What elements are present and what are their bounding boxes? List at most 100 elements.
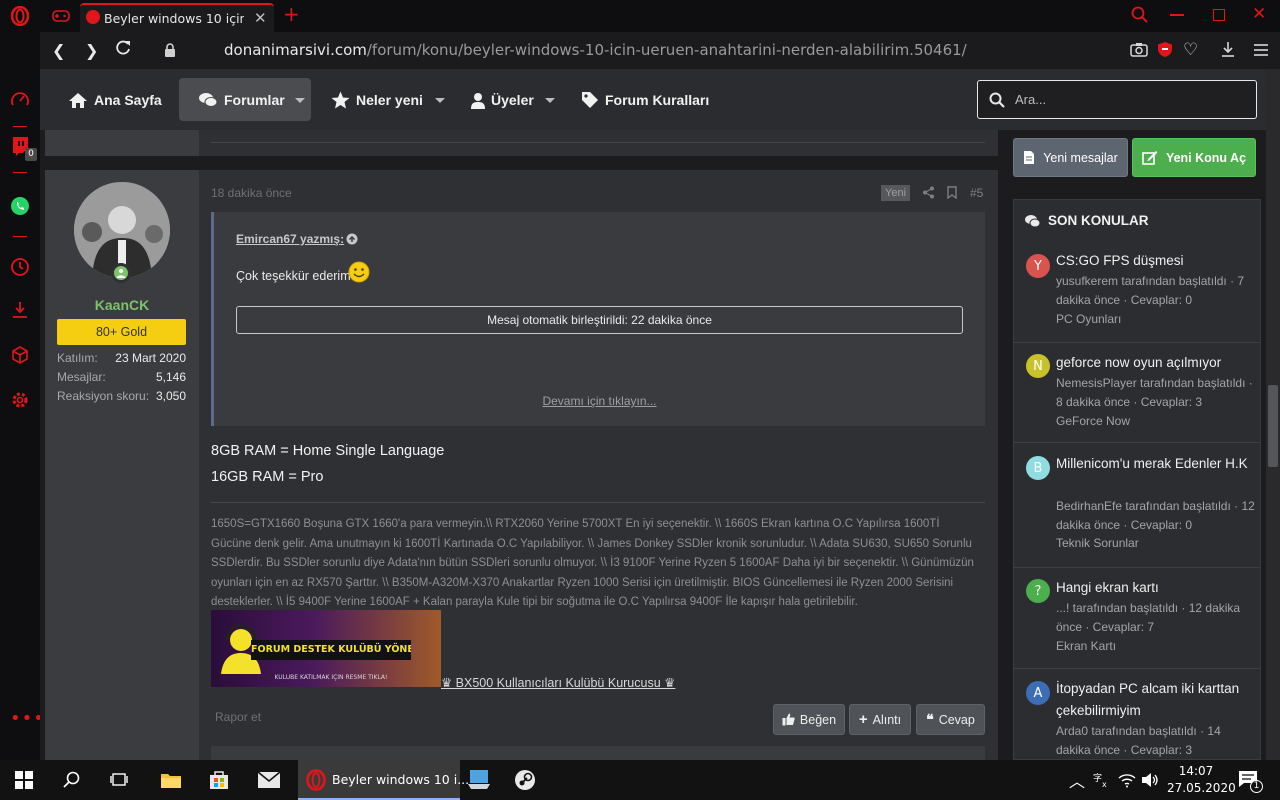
quote-jump-icon[interactable] [346,233,358,245]
browser-tab-active[interactable]: Beyler windows 10 için ürün ✕ [80,3,274,32]
wifi-icon[interactable] [1118,772,1136,788]
tray-expand-icon[interactable]: ︿ [1069,768,1085,792]
thread-item[interactable]: N geforce now oyun açılmıyor NemesisPlay… [1014,343,1260,443]
thread-avatar[interactable]: ? [1026,579,1050,603]
user-reaction-label: Reaksiyon skoru: [57,389,150,403]
minimize-icon[interactable] [1170,14,1184,16]
whatsapp-icon[interactable] [10,196,30,216]
browser-sidebar: 0 ••• [0,32,44,760]
keyboard-language-icon[interactable]: 字x [1093,772,1111,788]
back-icon[interactable]: ❮ [52,41,65,60]
user-reaction-value: 3,050 [155,389,186,403]
download-icon[interactable] [1220,41,1236,58]
nav-forums-dropdown[interactable] [295,70,305,130]
url-field[interactable]: donanimarsivi.com/forum/konu/beyler-wind… [224,41,967,59]
downloads-icon[interactable] [10,300,30,320]
opera-menu-icon[interactable] [10,5,30,27]
thread-forum[interactable]: Teknik Sorunlar [1056,534,1256,553]
history-icon[interactable] [10,257,30,277]
close-window-icon[interactable]: ✕ [1252,4,1266,24]
reply-button[interactable]: ❝ Cevap [916,704,985,735]
search-input[interactable]: Ara... [977,80,1257,119]
search-icon[interactable] [63,771,81,789]
nav-rules[interactable]: Forum Kuralları [581,70,709,130]
thread-avatar[interactable]: B [1026,456,1050,480]
new-posts-button[interactable]: Yeni mesajlar [1013,138,1128,177]
task-view-icon[interactable] [110,771,130,789]
nav-whats-new-dropdown[interactable] [435,70,445,130]
clock-time[interactable]: 14:07 [1167,764,1225,778]
thread-title[interactable]: CS:GO FPS düşmesi [1056,250,1254,272]
bookmark-heart-icon[interactable]: ♡ [1183,40,1198,60]
steam-icon[interactable] [514,769,536,791]
thread-item[interactable]: ? Hangi ekran kartı ...! tarafından başl… [1014,568,1260,669]
username[interactable]: KaanCK [45,297,199,313]
lock-icon[interactable] [164,42,176,57]
thread-item[interactable]: B Millenicom'u merak Edenler H.K Bedirha… [1014,443,1260,568]
restore-icon[interactable] [1213,9,1225,21]
thread-title[interactable]: geforce now oyun açılmıyor [1056,352,1254,374]
quote-expand-link[interactable]: Devamı için tıklayın... [214,394,985,408]
quote-button-label: Alıntı [872,712,902,727]
post-timestamp[interactable]: 18 dakika önce [211,186,292,200]
windows-start-icon[interactable] [15,771,33,789]
tab-close-icon[interactable]: ✕ [254,9,267,27]
clock-date[interactable]: 27.05.2020 [1167,781,1236,795]
thread-avatar[interactable]: N [1026,354,1050,378]
quote-marks-icon: ❝ [926,711,934,727]
thread-item[interactable]: Y CS:GO FPS düşmesi yusufkerem tarafında… [1014,243,1260,343]
store-icon[interactable] [208,769,230,791]
adblock-shield-icon[interactable] [1157,41,1173,58]
thread-forum[interactable]: PC Oyunları [1056,310,1256,329]
nav-forums[interactable]: Forumlar [198,70,285,130]
settings-gear-icon[interactable] [10,390,30,410]
thread-title[interactable]: Hangi ekran kartı [1056,577,1254,599]
signature-text: 1650S=GTX1660 Boşuna GTX 1660'a para ver… [211,518,974,608]
post-number[interactable]: #5 [970,186,983,200]
quote-button[interactable]: + Alıntı [849,704,911,735]
thread-forum[interactable]: GeForce Now [1056,412,1256,431]
nav-home[interactable]: Ana Sayfa [68,70,162,130]
thread-title[interactable]: İtopyadan PC alcam iki karttan çekebilir… [1056,678,1254,722]
monitor-app-icon[interactable] [467,769,491,791]
plus-icon: + [858,711,868,728]
forward-icon[interactable]: ❯ [85,41,98,60]
report-link[interactable]: Rapor et [215,710,261,724]
page-scrollbar[interactable] [1266,70,1280,760]
chevron-down-icon [545,97,555,103]
new-thread-label: Yeni Konu Aç [1165,150,1247,165]
file-explorer-icon[interactable] [160,770,182,790]
bookmark-icon[interactable] [947,186,957,199]
nav-whats-new[interactable]: Neler yeni [331,70,423,130]
club-link[interactable]: ♛ BX500 Kullanıcıları Kulübü Kurucusu ♛ [441,675,675,690]
like-button[interactable]: Beğen [773,704,845,735]
share-icon[interactable] [922,186,935,199]
quote-author[interactable]: Emircan67 yazmış: [236,232,344,246]
tag-icon [582,92,598,108]
thread-avatar[interactable]: Y [1026,254,1050,278]
nav-members-dropdown[interactable] [545,70,555,130]
gamepad-icon[interactable] [52,8,70,24]
thread-item[interactable]: A İtopyadan PC alcam iki karttan çekebil… [1014,669,1260,761]
extensions-cube-icon[interactable] [10,345,30,365]
thread-avatar[interactable]: A [1026,681,1050,705]
new-tab-icon[interactable]: + [283,3,300,25]
signature-divider [211,502,985,503]
thread-forum[interactable]: Ekran Kartı [1056,637,1256,656]
taskbar-opera-app[interactable]: Beyler windows 10 i... [298,760,469,800]
thread-title[interactable]: Millenicom'u merak Edenler H.K [1056,453,1254,475]
scrollbar-thumb[interactable] [1268,385,1278,467]
nav-members[interactable]: Üyeler [471,70,534,130]
new-thread-button[interactable]: Yeni Konu Aç [1132,138,1256,177]
volume-icon[interactable] [1141,772,1159,788]
sidebar-divider [13,126,27,127]
snapshot-icon[interactable] [1130,42,1148,57]
signature-banner-image[interactable]: FORUM DESTEK KULÜBÜ YÖNETİCİSİ KULÜBE KA… [211,610,441,687]
reload-icon[interactable] [114,39,132,57]
easy-setup-icon[interactable] [1253,42,1269,56]
search-tabs-icon[interactable] [1131,6,1149,24]
speed-dial-icon[interactable] [10,90,30,110]
user-joined-label: Katılım: [57,351,98,365]
post-body-line-1: 8GB RAM = Home Single Language [211,443,445,459]
mail-icon[interactable] [257,771,281,789]
